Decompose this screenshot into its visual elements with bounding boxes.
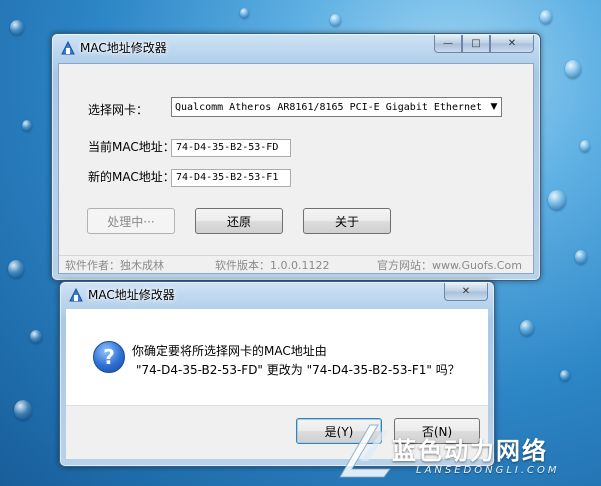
new-mac-field[interactable]: 74-D4-35-B2-53-F1 [171, 169, 291, 187]
app-icon [61, 40, 75, 55]
nic-label: 选择网卡： [88, 103, 149, 117]
dialog-title: MAC地址修改器 [88, 288, 175, 302]
watermark-domain: LANSEDONGLI.COM [416, 465, 560, 476]
main-window: MAC地址修改器 — □ ✕ 选择网卡： Qualcomm Atheros AR… [51, 33, 541, 281]
close-icon[interactable]: ✕ [444, 283, 488, 301]
dialog-caption-buttons: ✕ [444, 283, 488, 301]
nic-select[interactable]: Qualcomm Atheros AR8161/8165 PCI-E Gigab… [171, 97, 502, 117]
nic-select-value: Qualcomm Atheros AR8161/8165 PCI-E Gigab… [175, 101, 483, 113]
status-version: 软件版本：1.0.0.1122 [215, 259, 330, 272]
restore-button[interactable]: 还原 [195, 208, 283, 234]
watermark-brand: 蓝色动力网络 [392, 437, 548, 465]
current-mac-label: 当前MAC地址： [88, 140, 175, 154]
minimize-icon[interactable]: — [434, 35, 462, 53]
status-bar: 软件作者：独木成林 软件版本：1.0.0.1122 官方网站：www.Guofs… [59, 255, 533, 272]
dialog-title-bar[interactable]: MAC地址修改器 [60, 282, 494, 310]
dialog-message-line1: 你确定要将所选择网卡的MAC地址由 [132, 344, 327, 358]
about-button[interactable]: 关于 [303, 208, 391, 234]
status-website[interactable]: 官方网站：www.Guofs.Com [377, 257, 522, 273]
dialog-message-area: ? 你确定要将所选择网卡的MAC地址由 "74-D4-35-B2-53-FD" … [66, 309, 488, 405]
status-author: 软件作者：独木成林 [65, 259, 164, 272]
close-icon[interactable]: ✕ [490, 35, 534, 53]
main-caption-buttons: — □ ✕ [434, 35, 534, 53]
process-button[interactable]: 处理中··· [87, 208, 175, 234]
watermark: 蓝色动力网络 LANSEDONGLI.COM [330, 415, 601, 486]
maximize-icon[interactable]: □ [462, 35, 490, 53]
chevron-down-icon[interactable]: ▼ [487, 102, 501, 112]
app-icon [69, 287, 83, 302]
current-mac-field[interactable]: 74-D4-35-B2-53-FD [171, 139, 291, 157]
question-icon: ? [93, 341, 125, 373]
new-mac-label: 新的MAC地址： [88, 170, 175, 184]
main-client-area: 选择网卡： Qualcomm Atheros AR8161/8165 PCI-E… [58, 63, 534, 274]
main-window-title: MAC地址修改器 [80, 41, 167, 55]
watermark-logo [339, 424, 391, 478]
dialog-message-line2: "74-D4-35-B2-53-FD" 更改为 "74-D4-35-B2-53-… [136, 363, 460, 377]
